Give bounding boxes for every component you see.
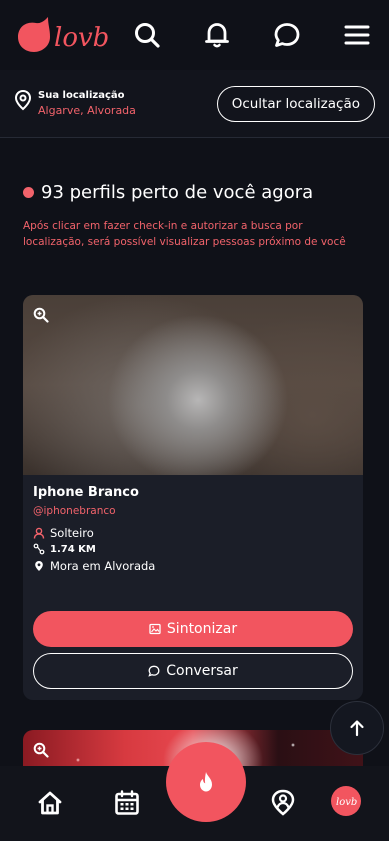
header-actions [129,17,375,53]
distance: 1.74 KM [33,543,96,555]
profile-photo[interactable] [23,295,363,475]
hide-location-button[interactable]: Ocultar localização [216,85,375,122]
bell-icon[interactable] [199,17,235,53]
svg-text:lovb: lovb [54,23,109,53]
route-icon [33,543,45,555]
location-value: Algarve, Alvorada [38,104,136,117]
profile-avatar[interactable]: lovb [331,786,361,816]
flame-icon [200,772,212,792]
chat-button-label: Conversar [166,663,238,679]
home-icon[interactable] [35,788,65,818]
top-bar: lovb [0,0,389,70]
nearby-count-text: 93 perfils perto de você agora [41,182,314,203]
scroll-to-top-button[interactable] [330,701,384,755]
distance-text: 1.74 KM [50,543,96,555]
location-info: Sua localização Algarve, Alvorada [38,89,136,118]
relationship-status: Solteiro [33,526,94,540]
search-icon[interactable] [129,17,165,53]
chat-button[interactable]: Conversar [33,653,353,689]
location-pin-icon [14,89,32,110]
tune-button[interactable]: Sintonizar [33,611,353,647]
lives-in: Mora em Alvorada [33,559,155,573]
tune-button-label: Sintonizar [166,621,238,637]
location-bar: Sua localização Algarve, Alvorada Oculta… [0,70,389,138]
arrow-up-icon [350,720,364,737]
zoom-icon[interactable] [33,307,49,323]
location-title: Sua localização [38,90,125,101]
nearby-headline: 93 perfils perto de você agora [23,182,313,203]
discover-button[interactable] [166,742,246,822]
person-icon [33,527,45,539]
chat-bubble-icon [148,665,160,677]
profile-handle[interactable]: @iphonebranco [33,505,116,517]
zoom-icon[interactable] [33,742,49,758]
status-text: Solteiro [50,526,94,540]
chat-icon[interactable] [269,17,305,53]
profile-card[interactable]: Iphone Branco @iphonebranco Solteiro 1.7… [23,295,363,700]
menu-icon[interactable] [339,17,375,53]
profile-name[interactable]: Iphone Branco [33,485,139,500]
map-pin-small-icon [33,560,45,572]
image-icon [149,623,161,635]
logo-mark: lovb [18,17,109,53]
svg-text:lovb: lovb [336,797,357,808]
live-dot [23,187,34,198]
map-pin-icon[interactable] [268,788,298,818]
lives-in-text: Mora em Alvorada [50,559,156,573]
app-logo[interactable]: lovb [14,15,114,55]
app-screen: lovb Sua localização Algarve, Alvorada O… [0,0,389,841]
checkin-note: Após clicar em fazer check-in e autoriza… [23,220,346,248]
calendar-icon[interactable] [112,788,142,818]
